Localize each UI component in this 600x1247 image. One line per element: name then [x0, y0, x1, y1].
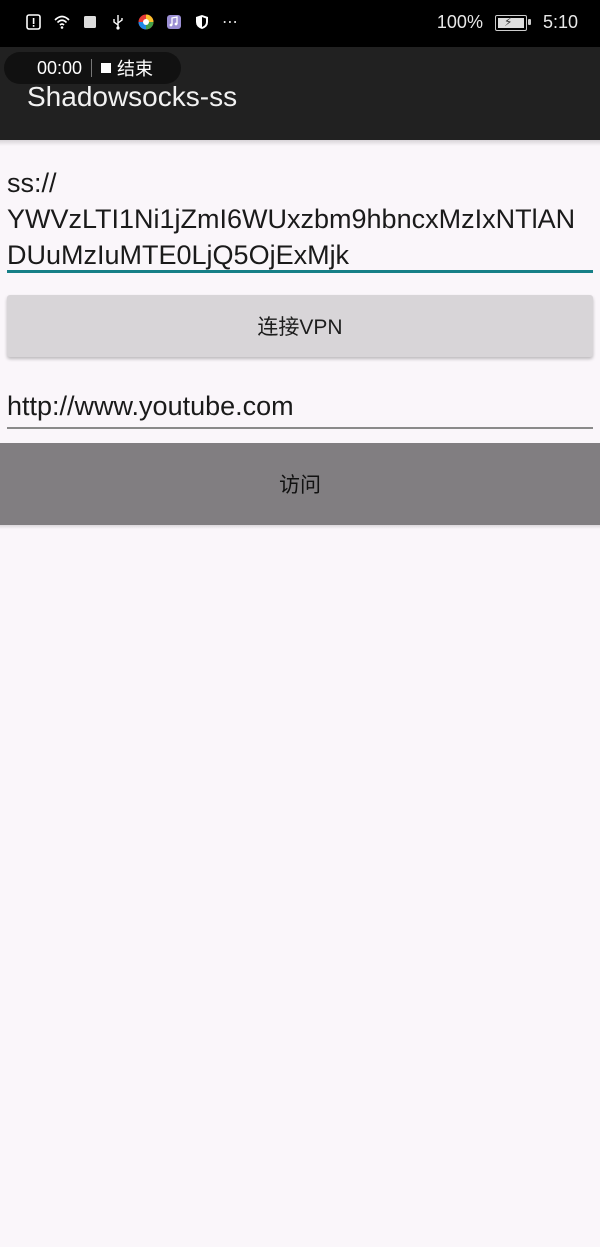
usb-icon — [113, 15, 123, 30]
square-icon — [84, 16, 96, 28]
visit-button-shadow — [0, 525, 600, 529]
battery-icon: ⚡ — [494, 14, 531, 31]
stop-icon — [101, 63, 112, 73]
status-bar: ⋯ 100% ⚡ 5:10 — [0, 0, 600, 47]
connect-vpn-button[interactable]: 连接VPN — [7, 295, 593, 357]
colorful-app-icon — [138, 14, 154, 30]
battery-percent: 100% — [436, 12, 483, 32]
app-title: Shadowsocks-ss — [27, 81, 238, 112]
visit-label: 访问 — [279, 474, 321, 497]
record-divider — [91, 59, 93, 77]
ss-url-input[interactable]: ss:// YWVzLTI1Ni1jZmI6WUxzbm9hbncxMzIxNT… — [7, 165, 593, 273]
screen-record-pill[interactable]: 00:00 结束 — [4, 52, 181, 84]
wifi-icon — [54, 15, 70, 29]
clock: 5:10 — [542, 12, 578, 32]
end-record-button[interactable]: 结束 — [117, 55, 153, 81]
shield-icon — [196, 15, 208, 29]
visit-button[interactable]: 访问 — [0, 443, 600, 525]
more-icon: ⋯ — [222, 14, 238, 31]
alert-icon — [26, 14, 41, 30]
connect-vpn-label: 连接VPN — [257, 316, 343, 339]
status-icons: ⋯ — [26, 12, 238, 32]
url-input-underline — [7, 427, 593, 429]
app-bar: Shadowsocks-ss 00:00 结束 — [0, 47, 600, 140]
ss-input-underline — [7, 270, 593, 273]
status-right: 100% ⚡ 5:10 — [437, 12, 578, 33]
url-input[interactable]: http://www.youtube.com — [7, 389, 593, 423]
music-icon — [167, 15, 181, 29]
record-timer: 00:00 — [37, 57, 83, 78]
app-bar-shadow — [0, 140, 600, 146]
